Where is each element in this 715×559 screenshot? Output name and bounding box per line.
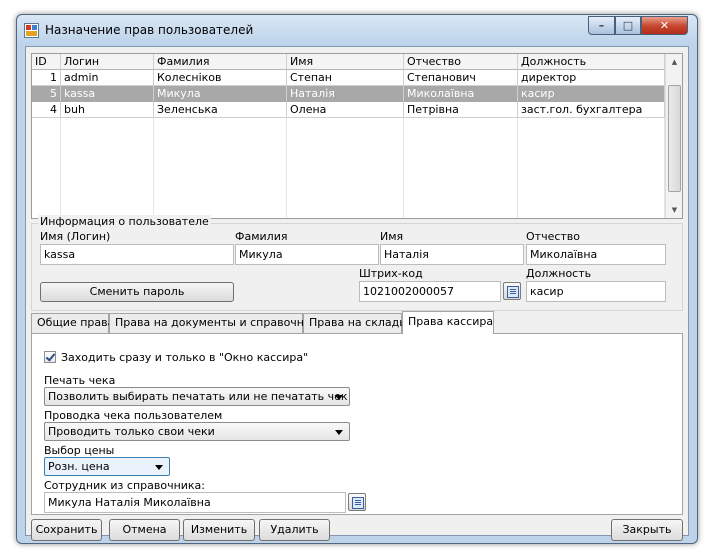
receipt-posting-select[interactable]: Проводить только свои чеки [44, 422, 350, 441]
print-receipt-select[interactable]: Позволить выбирать печатать или не печат… [44, 387, 350, 406]
delete-button[interactable]: Удалить [259, 519, 330, 541]
app-icon [24, 23, 39, 38]
cell-lastname: Зеленська [154, 102, 287, 118]
cell-login: buh [61, 102, 154, 118]
close-window-button[interactable]: ✕ [641, 16, 688, 35]
column-header-lastname[interactable]: Фамилия [154, 54, 287, 70]
main-window: Назначение прав пользователей – □ ✕ ID Л… [16, 14, 698, 544]
cell-position: касир [518, 86, 665, 102]
scroll-up-arrow-icon[interactable]: ▲ [666, 55, 682, 69]
cell-position: заст.гол. бухгалтера [518, 102, 665, 118]
cell-position: директор [518, 70, 665, 86]
users-grid[interactable]: ID Логин Фамилия Имя Отчество Должность … [31, 53, 683, 219]
edit-button[interactable]: Изменить [183, 519, 255, 541]
cell-lastname: Колесніков [154, 70, 287, 86]
employee-field[interactable]: Микула Наталія Миколаївна [44, 492, 346, 513]
column-header-login[interactable]: Логин [61, 54, 154, 70]
grid-header: ID Логин Фамилия Имя Отчество Должность [32, 54, 665, 70]
barcode-lookup-icon[interactable] [503, 282, 521, 300]
patronymic-field[interactable]: Миколаївна [526, 244, 666, 265]
table-row[interactable]: 4 buh Зеленська Олена Петрівна заст.гол.… [32, 102, 665, 118]
firstname-field[interactable]: Наталія [380, 244, 524, 265]
column-header-patronymic[interactable]: Отчество [404, 54, 518, 70]
barcode-field[interactable]: 1021002000057 [359, 281, 501, 302]
receipt-posting-value: Проводить только свои чеки [48, 425, 215, 438]
tab-warehouse-rights[interactable]: Права на склады [303, 313, 408, 333]
client-area: ID Логин Фамилия Имя Отчество Должность … [25, 46, 689, 541]
cell-firstname: Степан [287, 70, 404, 86]
cell-id: 1 [32, 70, 61, 86]
position-label: Должность [526, 267, 592, 280]
cell-firstname: Олена [287, 102, 404, 118]
scrollbar-thumb[interactable] [668, 85, 681, 192]
barcode-label: Штрих-код [359, 267, 423, 280]
go-to-cashier-label[interactable]: Заходить сразу и только в "Окно кассира" [61, 351, 308, 364]
maximize-button[interactable]: □ [615, 16, 641, 35]
print-receipt-label: Печать чека [44, 374, 116, 387]
save-button[interactable]: Сохранить [31, 519, 102, 541]
price-choice-select[interactable]: Розн. цена [44, 457, 170, 476]
cell-patronymic: Петрівна [404, 102, 518, 118]
minimize-button[interactable]: – [588, 16, 615, 35]
patronymic-label: Отчество [526, 230, 581, 243]
column-header-id[interactable]: ID [32, 54, 61, 70]
cell-lastname: Микула [154, 86, 287, 102]
grid-vertical-scrollbar[interactable]: ▲ ▼ [665, 54, 682, 218]
login-field[interactable]: kassa [40, 244, 234, 265]
cell-id: 4 [32, 102, 61, 118]
user-info-group: Информация о пользователе Имя (Логин) ka… [31, 215, 683, 311]
window-title: Назначение прав пользователей [45, 23, 254, 37]
column-header-position[interactable]: Должность [518, 54, 665, 70]
title-bar[interactable]: Назначение прав пользователей – □ ✕ [17, 15, 697, 45]
cancel-button[interactable]: Отмена [109, 519, 180, 541]
table-row[interactable]: 1 admin Колесніков Степан Степанович дир… [32, 70, 665, 86]
login-label: Имя (Логин) [40, 230, 111, 243]
cell-firstname: Наталія [287, 86, 404, 102]
firstname-label: Имя [380, 230, 404, 243]
lastname-field[interactable]: Микула [235, 244, 379, 265]
cell-patronymic: Миколаївна [404, 86, 518, 102]
tab-documents-rights[interactable]: Права на документы и справочники [109, 313, 325, 333]
go-to-cashier-checkbox[interactable] [44, 351, 56, 363]
tab-cashier-rights[interactable]: Права кассира [402, 311, 494, 334]
cell-login: kassa [61, 86, 154, 102]
cashier-rights-panel: Заходить сразу и только в "Окно кассира"… [31, 333, 683, 515]
price-choice-value: Розн. цена [48, 460, 110, 473]
chevron-down-icon [335, 430, 343, 435]
lastname-label: Фамилия [235, 230, 288, 243]
employee-lookup-icon[interactable] [348, 493, 366, 511]
scroll-down-arrow-icon[interactable]: ▼ [666, 203, 682, 217]
chevron-down-icon [335, 395, 343, 400]
position-field[interactable]: касир [526, 281, 666, 302]
cell-patronymic: Степанович [404, 70, 518, 86]
change-password-button[interactable]: Сменить пароль [40, 282, 234, 302]
column-header-firstname[interactable]: Имя [287, 54, 404, 70]
table-row-selected[interactable]: 5 kassa Микула Наталія Миколаївна касир [32, 86, 665, 102]
chevron-down-icon [155, 465, 163, 470]
print-receipt-value: Позволить выбирать печатать или не печат… [48, 390, 348, 403]
cell-id: 5 [32, 86, 61, 102]
cell-login: admin [61, 70, 154, 86]
close-button[interactable]: Закрыть [611, 519, 683, 541]
receipt-posting-label: Проводка чека пользователем [44, 409, 223, 422]
employee-label: Сотрудник из справочника: [44, 479, 205, 492]
price-choice-label: Выбор цены [44, 444, 115, 457]
tab-general-rights[interactable]: Общие права [31, 313, 114, 333]
user-info-legend: Информация о пользователе [38, 215, 211, 228]
